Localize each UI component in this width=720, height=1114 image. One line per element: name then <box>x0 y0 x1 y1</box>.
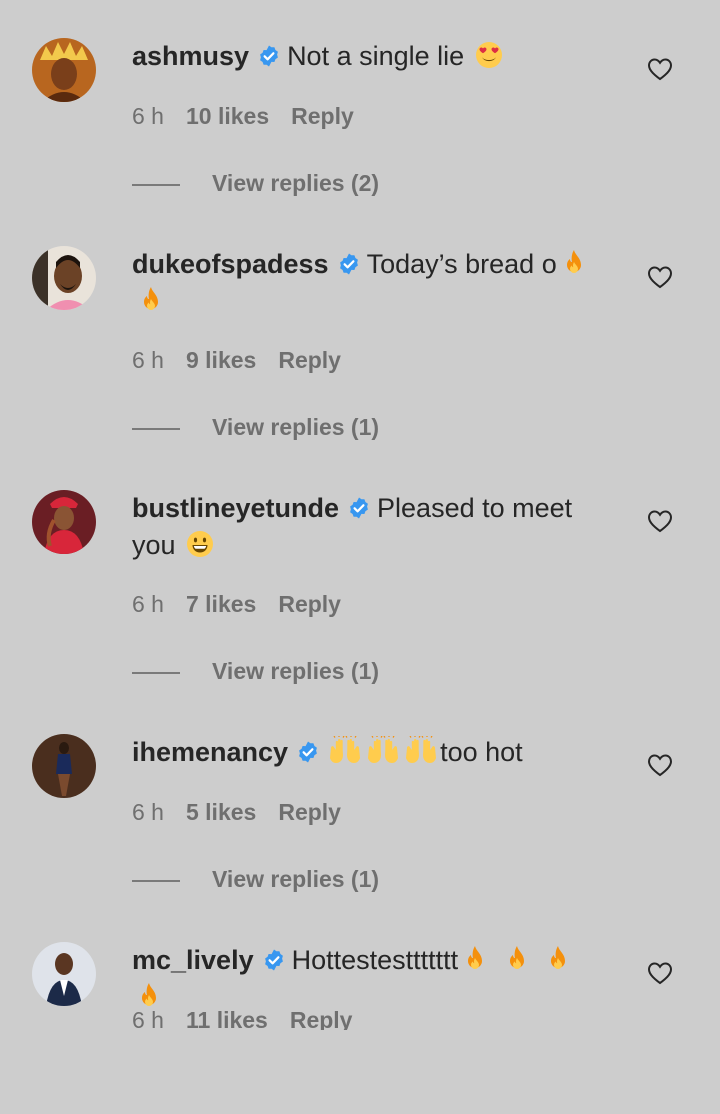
heart-outline-icon[interactable] <box>646 55 674 83</box>
fire-emoji-icon <box>502 944 532 974</box>
avatar-mc-lively[interactable] <box>32 942 96 1006</box>
reply-button[interactable]: Reply <box>278 591 341 617</box>
comment-body: Today’s bread o <box>366 249 557 279</box>
view-replies-button[interactable]: View replies (1) <box>132 656 379 686</box>
replies-divider <box>132 183 180 186</box>
reply-button[interactable]: Reply <box>278 799 341 825</box>
fire-emoji-icon <box>543 944 573 974</box>
verified-badge-icon <box>262 948 286 972</box>
comment-username[interactable]: ihemenancy <box>132 737 288 767</box>
scroll-clip-area <box>0 1030 720 1114</box>
view-replies-label: View replies (1) <box>212 658 380 684</box>
fire-emoji-icon <box>136 285 166 315</box>
comment-time: 6 h <box>132 591 164 617</box>
reply-button[interactable]: Reply <box>278 347 341 373</box>
likes-count[interactable]: 7 likes <box>186 591 256 617</box>
avatar-ashmusy[interactable] <box>32 38 96 102</box>
comment-meta: 6 h 9 likes Reply <box>132 345 363 375</box>
heart-outline-icon[interactable] <box>646 263 674 291</box>
comment-body: too hot <box>440 737 523 767</box>
view-replies-label: View replies (2) <box>212 170 380 196</box>
comment-text: ashmusy Not a single lie <box>132 38 602 75</box>
heart-eyes-emoji-icon <box>474 40 504 70</box>
likes-count[interactable]: 9 likes <box>186 347 256 373</box>
comment-body: Not a single lie <box>287 41 465 71</box>
avatar-ihemenancy[interactable] <box>32 734 96 798</box>
comment-username[interactable]: bustlineyetunde <box>132 493 339 523</box>
heart-outline-icon[interactable] <box>646 751 674 779</box>
replies-divider <box>132 427 180 430</box>
verified-badge-icon <box>296 740 320 764</box>
comment-meta: 6 h 10 likes Reply <box>132 101 376 131</box>
likes-count[interactable]: 5 likes <box>186 799 256 825</box>
comment-body: Hottestesttttttt <box>291 945 459 975</box>
fire-emoji-icon <box>460 944 490 974</box>
view-replies-label: View replies (1) <box>212 414 380 440</box>
view-replies-button[interactable]: View replies (2) <box>132 168 379 198</box>
comment-username[interactable]: ashmusy <box>132 41 249 71</box>
comment-username[interactable]: dukeofspadess <box>132 249 329 279</box>
comment-text: dukeofspadess Today’s bread o <box>132 246 602 320</box>
raised-hands-emoji-icon <box>328 736 362 766</box>
view-replies-label: View replies (1) <box>212 866 380 892</box>
comment-time: 6 h <box>132 347 164 373</box>
comment-text: ihemenancy too hot <box>132 734 602 771</box>
comment-text: bustlineyetunde Pleased to meet you <box>132 490 602 564</box>
reply-button[interactable]: Reply <box>291 103 354 129</box>
comment-meta: 6 h 7 likes Reply <box>132 589 363 619</box>
verified-badge-icon <box>337 252 361 276</box>
heart-outline-icon[interactable] <box>646 959 674 987</box>
raised-hands-emoji-icon <box>366 736 400 766</box>
comment-username[interactable]: mc_lively <box>132 945 254 975</box>
comment-time: 6 h <box>132 103 164 129</box>
comment-meta: 6 h 5 likes Reply <box>132 797 363 827</box>
heart-outline-icon[interactable] <box>646 507 674 535</box>
verified-badge-icon <box>257 44 281 68</box>
replies-divider <box>132 879 180 882</box>
raised-hands-emoji-icon <box>404 736 438 766</box>
avatar-dukeofspadess[interactable] <box>32 246 96 310</box>
comment-time: 6 h <box>132 799 164 825</box>
verified-badge-icon <box>347 496 371 520</box>
replies-divider <box>132 671 180 674</box>
avatar-bustlineyetunde[interactable] <box>32 490 96 554</box>
view-replies-button[interactable]: View replies (1) <box>132 412 379 442</box>
fire-emoji-icon <box>559 248 589 278</box>
view-replies-button[interactable]: View replies (1) <box>132 864 379 894</box>
grin-emoji-icon <box>185 529 215 559</box>
likes-count[interactable]: 10 likes <box>186 103 269 129</box>
